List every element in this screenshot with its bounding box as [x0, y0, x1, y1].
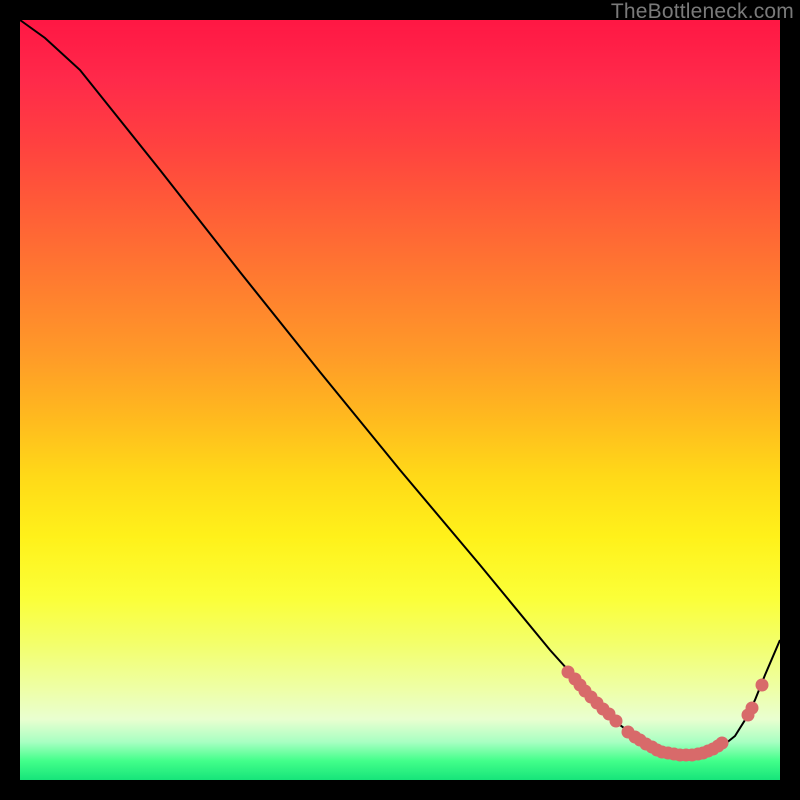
highlight-dot — [610, 715, 623, 728]
watermark-text: TheBottleneck.com — [611, 0, 794, 24]
chart-frame: TheBottleneck.com — [0, 0, 800, 800]
bottleneck-curve — [20, 20, 780, 755]
plot-area — [20, 20, 780, 780]
highlight-dot — [756, 679, 769, 692]
highlight-dot — [716, 737, 729, 750]
highlight-dot — [746, 702, 759, 715]
curve-layer — [20, 20, 780, 780]
highlight-dots — [562, 666, 769, 762]
